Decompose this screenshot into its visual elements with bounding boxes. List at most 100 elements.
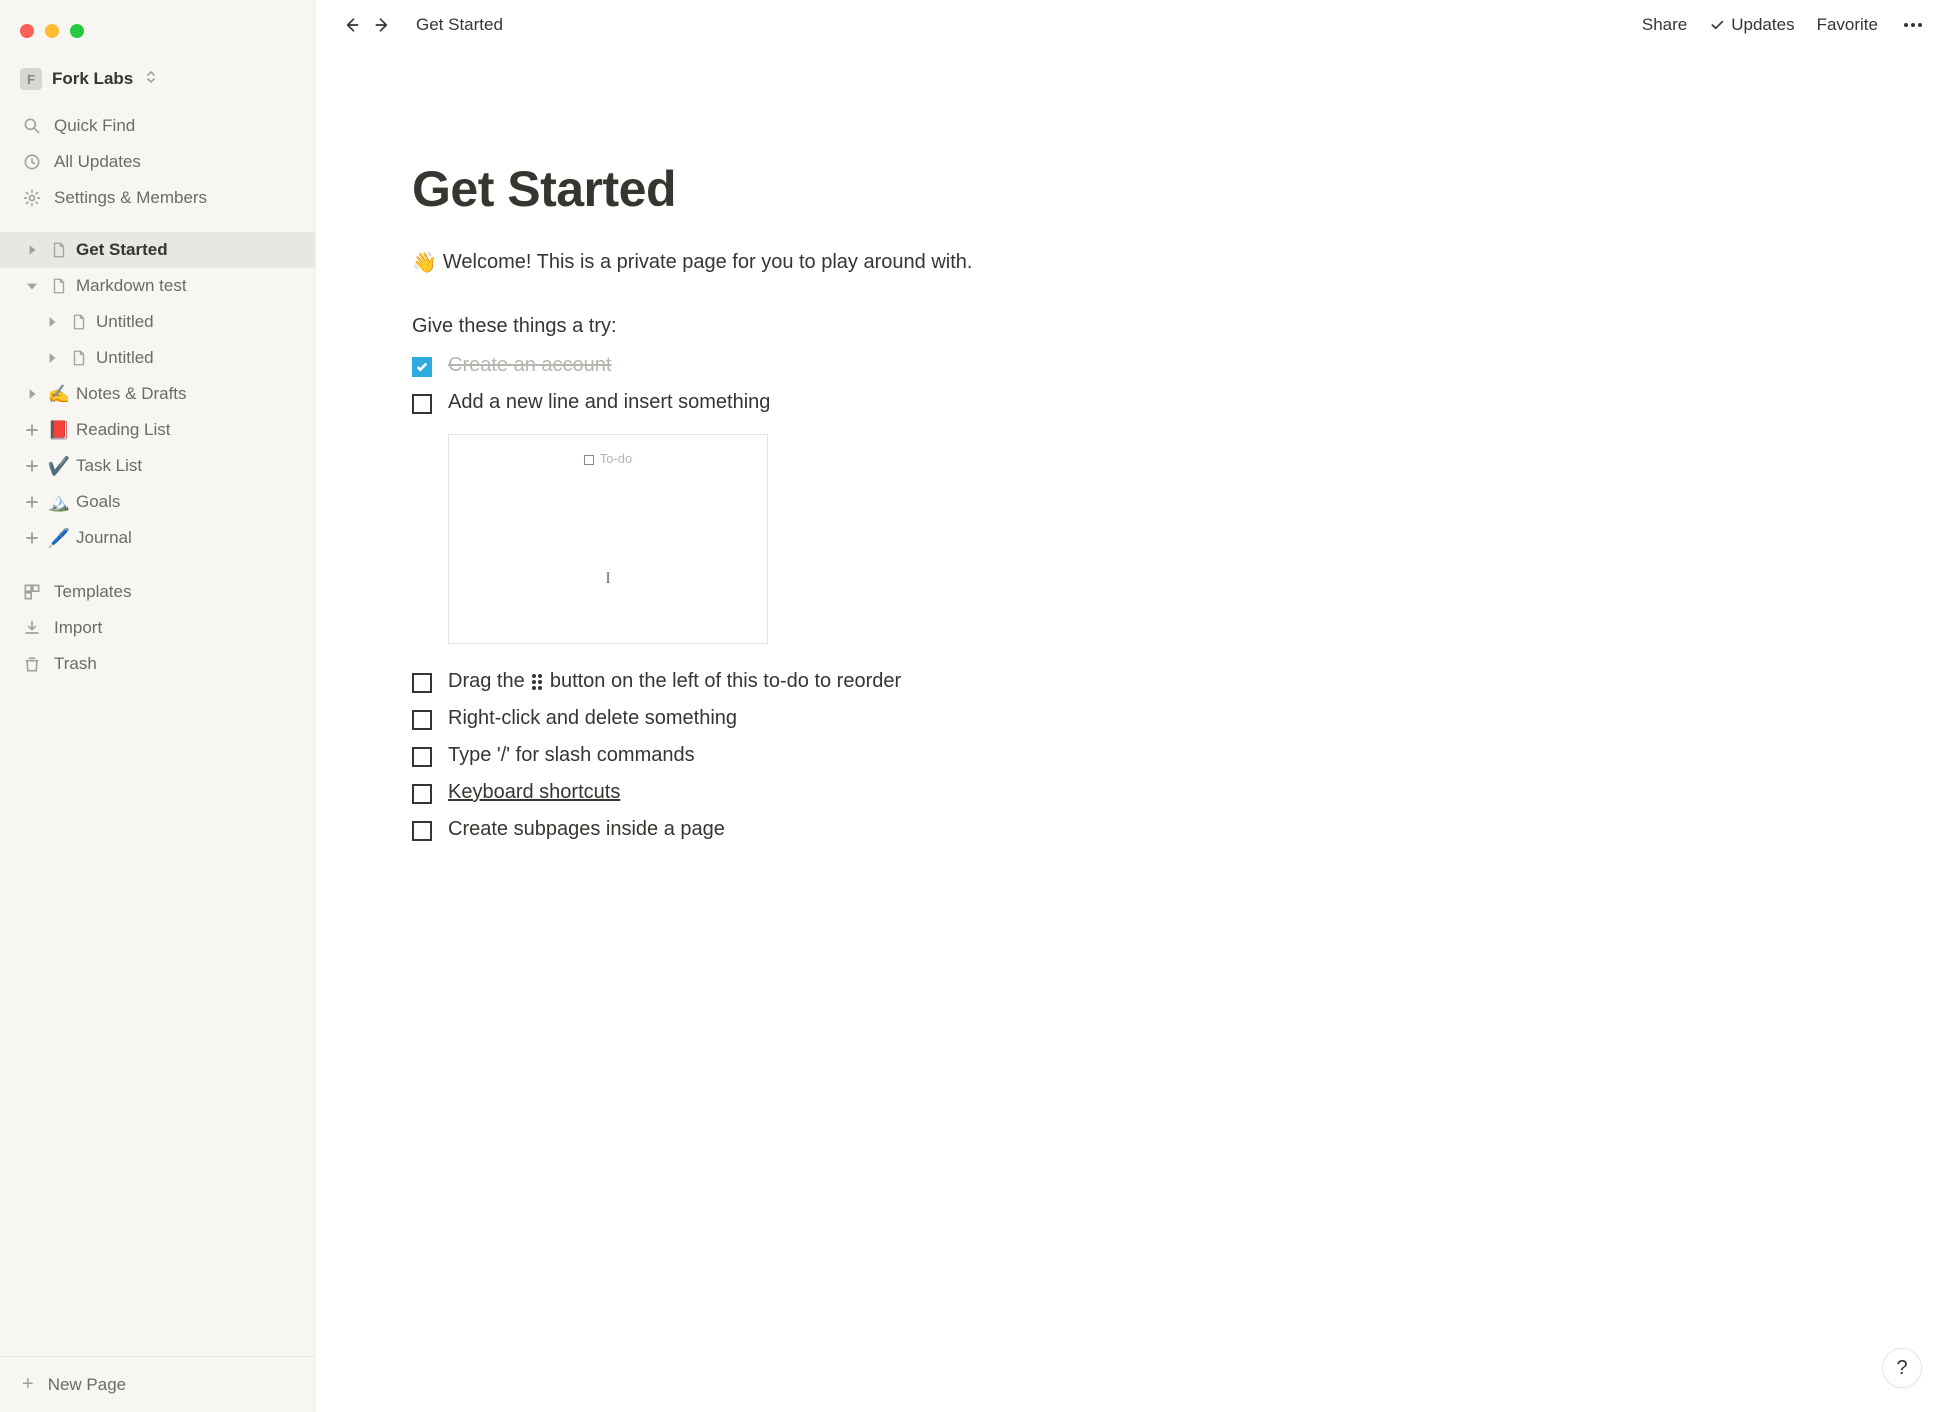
todo-item[interactable]: Add a new line and insert something bbox=[412, 391, 1050, 414]
add-page-icon[interactable] bbox=[22, 492, 42, 512]
minimize-window-button[interactable] bbox=[45, 24, 59, 38]
import-button[interactable]: Import bbox=[0, 610, 315, 646]
page-tree-item[interactable]: Untitled bbox=[0, 304, 315, 340]
arrow-left-icon bbox=[341, 15, 361, 35]
emoji-icon: 🖊️ bbox=[48, 528, 70, 549]
page-tree-item-label: Untitled bbox=[96, 312, 154, 332]
trash-button[interactable]: Trash bbox=[0, 646, 315, 682]
chevron-right-icon[interactable] bbox=[22, 384, 42, 404]
todo-checkbox[interactable] bbox=[412, 710, 432, 730]
new-page-button[interactable]: + New Page bbox=[0, 1356, 315, 1412]
checkbox-icon bbox=[584, 455, 594, 465]
todo-checkbox[interactable] bbox=[412, 747, 432, 767]
todo-item[interactable]: Keyboard shortcuts bbox=[412, 781, 1050, 804]
embed-placeholder: To-do bbox=[469, 451, 747, 466]
back-button[interactable] bbox=[336, 10, 366, 40]
gear-icon bbox=[22, 188, 42, 208]
todo-text: Create subpages inside a page bbox=[448, 818, 725, 841]
chevron-updown-icon bbox=[145, 70, 157, 89]
todo-item[interactable]: Drag the button on the left of this to-d… bbox=[412, 670, 1050, 693]
todo-list: Create an account Add a new line and inse… bbox=[412, 354, 1050, 841]
page-tree-item[interactable]: ✍️Notes & Drafts bbox=[0, 376, 315, 412]
page-title[interactable]: Get Started bbox=[412, 160, 1050, 218]
page-tree-item-label: Get Started bbox=[76, 240, 168, 260]
chevron-right-icon[interactable] bbox=[42, 312, 62, 332]
page-tree-item[interactable]: Markdown test bbox=[0, 268, 315, 304]
todo-item[interactable]: Type '/' for slash commands bbox=[412, 744, 1050, 767]
chevron-down-icon[interactable] bbox=[22, 276, 42, 296]
page-tree-item[interactable]: Get Started bbox=[0, 232, 315, 268]
workspace-icon: F bbox=[20, 68, 42, 90]
text-cursor-icon: I bbox=[605, 570, 610, 588]
emoji-icon: 📕 bbox=[48, 420, 70, 441]
add-page-icon[interactable] bbox=[22, 420, 42, 440]
more-button[interactable] bbox=[1900, 23, 1926, 27]
page-tree-item[interactable]: Untitled bbox=[0, 340, 315, 376]
page-tree: Get Started Markdown test Untitled Untitled… bbox=[0, 232, 315, 556]
settings-button[interactable]: Settings & Members bbox=[0, 180, 315, 216]
page-icon bbox=[68, 313, 90, 331]
drag-handle-icon bbox=[532, 674, 542, 690]
quick-find-button[interactable]: Quick Find bbox=[0, 108, 315, 144]
templates-icon bbox=[22, 582, 42, 602]
maximize-window-button[interactable] bbox=[70, 24, 84, 38]
emoji-icon: ✍️ bbox=[48, 384, 70, 405]
search-icon bbox=[22, 116, 42, 136]
help-button[interactable]: ? bbox=[1882, 1348, 1922, 1388]
quick-find-label: Quick Find bbox=[54, 116, 135, 136]
page-icon bbox=[48, 241, 70, 259]
todo-checkbox[interactable] bbox=[412, 394, 432, 414]
page-icon bbox=[68, 349, 90, 367]
todo-checkbox[interactable] bbox=[412, 357, 432, 377]
updates-label: Updates bbox=[1731, 15, 1794, 35]
updates-button[interactable]: Updates bbox=[1709, 15, 1794, 35]
todo-text: Keyboard shortcuts bbox=[448, 781, 620, 804]
page-icon bbox=[48, 277, 70, 295]
todo-item[interactable]: Create an account bbox=[412, 354, 1050, 377]
intro-line[interactable]: 👋 Welcome! This is a private page for yo… bbox=[412, 250, 1050, 275]
workspace-switcher[interactable]: F Fork Labs bbox=[6, 62, 309, 96]
templates-button[interactable]: Templates bbox=[0, 574, 315, 610]
chevron-right-icon[interactable] bbox=[22, 240, 42, 260]
new-page-label: New Page bbox=[48, 1375, 126, 1395]
import-label: Import bbox=[54, 618, 102, 638]
page-tree-item-label: Journal bbox=[76, 528, 132, 548]
page-tree-item[interactable]: 📕 Reading List bbox=[0, 412, 315, 448]
page-tree-item[interactable]: ✔️ Task List bbox=[0, 448, 315, 484]
page-tree-item-label: Untitled bbox=[96, 348, 154, 368]
emoji-icon: ✔️ bbox=[48, 456, 70, 477]
arrow-right-icon bbox=[373, 15, 393, 35]
emoji-icon: 🏔️ bbox=[48, 492, 70, 513]
favorite-button[interactable]: Favorite bbox=[1817, 15, 1878, 35]
todo-checkbox[interactable] bbox=[412, 673, 432, 693]
forward-button[interactable] bbox=[368, 10, 398, 40]
page-tree-item[interactable]: 🖊️ Journal bbox=[0, 520, 315, 556]
todo-item[interactable]: Create subpages inside a page bbox=[412, 818, 1050, 841]
todo-checkbox[interactable] bbox=[412, 784, 432, 804]
window-controls bbox=[0, 0, 315, 48]
breadcrumb[interactable]: Get Started bbox=[416, 15, 503, 35]
share-button[interactable]: Share bbox=[1642, 15, 1687, 35]
trash-icon bbox=[22, 654, 42, 674]
close-window-button[interactable] bbox=[20, 24, 34, 38]
page-tree-item-label: Reading List bbox=[76, 420, 171, 440]
check-icon bbox=[1709, 17, 1725, 33]
page-tree-item-label: Goals bbox=[76, 492, 120, 512]
sidebar: F Fork Labs Quick Find All Updates Setti… bbox=[0, 0, 316, 1412]
add-page-icon[interactable] bbox=[22, 456, 42, 476]
workspace-name: Fork Labs bbox=[52, 69, 133, 89]
page-tree-item[interactable]: 🏔️ Goals bbox=[0, 484, 315, 520]
clock-icon bbox=[22, 152, 42, 172]
wave-emoji: 👋 bbox=[412, 250, 437, 275]
embed-preview[interactable]: To-do I bbox=[448, 434, 768, 644]
chevron-right-icon[interactable] bbox=[42, 348, 62, 368]
try-heading[interactable]: Give these things a try: bbox=[412, 315, 1050, 338]
todo-checkbox[interactable] bbox=[412, 821, 432, 841]
todo-text: Drag the button on the left of this to-d… bbox=[448, 670, 901, 693]
page-tree-item-label: Task List bbox=[76, 456, 142, 476]
plus-icon: + bbox=[22, 1373, 34, 1396]
add-page-icon[interactable] bbox=[22, 528, 42, 548]
todo-item[interactable]: Right-click and delete something bbox=[412, 707, 1050, 730]
all-updates-button[interactable]: All Updates bbox=[0, 144, 315, 180]
templates-label: Templates bbox=[54, 582, 131, 602]
